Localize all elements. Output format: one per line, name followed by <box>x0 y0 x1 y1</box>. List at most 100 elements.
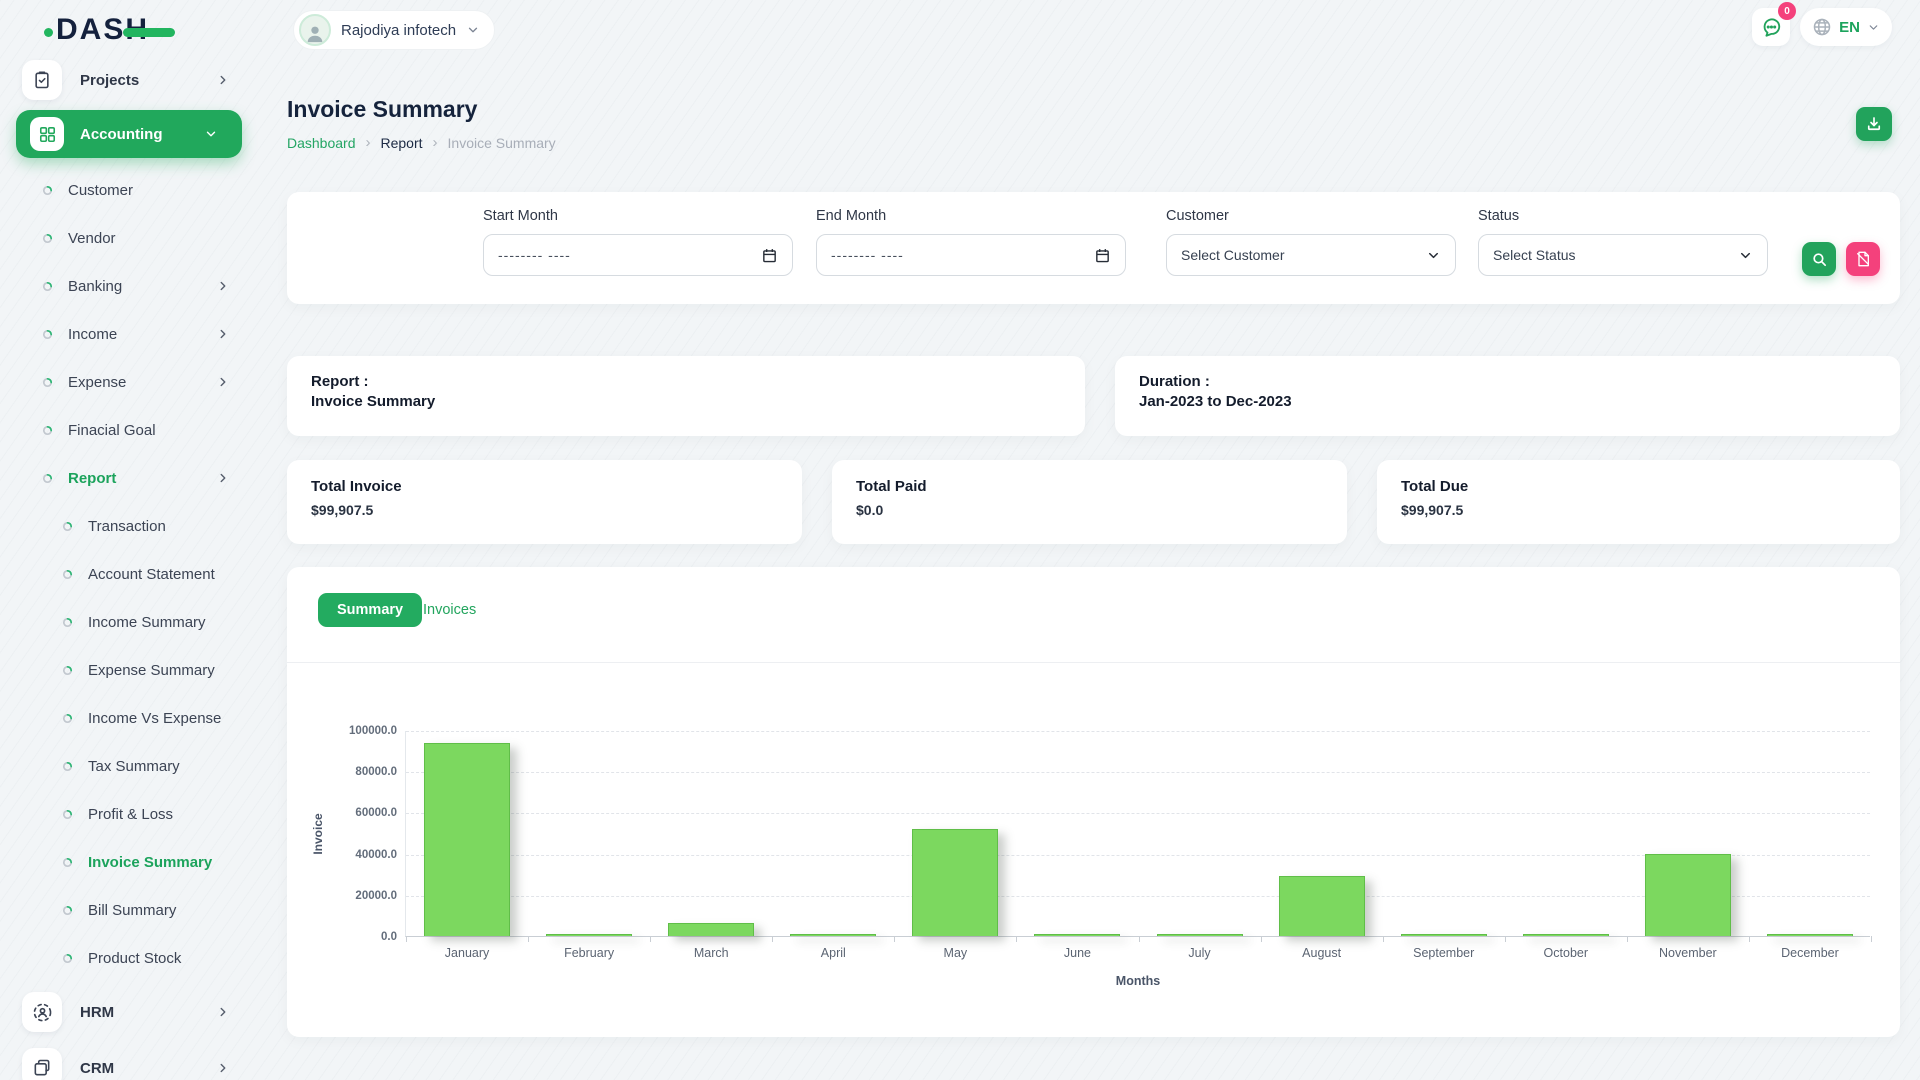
sidebar-item-label: Vendor <box>68 230 116 247</box>
sidebar-item-label: CRM <box>80 1060 114 1077</box>
end-month-label: End Month <box>816 208 1126 224</box>
total-paid-card: Total Paid $0.0 <box>832 460 1347 544</box>
breadcrumb-separator: › <box>433 134 438 151</box>
download-button[interactable] <box>1856 107 1892 141</box>
x-axis-label-february: February <box>528 946 650 960</box>
x-tick-mark <box>528 936 529 942</box>
x-axis-label-july: July <box>1139 946 1261 960</box>
duration-value: Jan-2023 to Dec-2023 <box>1139 392 1876 412</box>
x-tick-mark <box>772 936 773 942</box>
notifications-button[interactable]: 0 <box>1752 8 1790 46</box>
sidebar-item-hrm[interactable]: HRM <box>0 986 258 1038</box>
bar-october <box>1523 934 1609 936</box>
breadcrumb-dashboard[interactable]: Dashboard <box>287 135 356 151</box>
chevron-down-icon <box>466 23 480 37</box>
sidebar-item-crm[interactable]: CRM <box>0 1042 258 1080</box>
tab-invoices[interactable]: Invoices <box>423 602 476 618</box>
sidebar-item-label: HRM <box>80 1004 114 1021</box>
customer-select[interactable]: Select Customer <box>1166 234 1456 276</box>
bullet-icon <box>62 617 73 628</box>
total-due-card: Total Due $99,907.5 <box>1377 460 1900 544</box>
x-tick-mark <box>1139 936 1140 942</box>
bullet-icon <box>62 569 73 580</box>
total-due-label: Total Due <box>1401 478 1876 495</box>
search-button[interactable] <box>1802 242 1836 276</box>
sidebar-item-income-summary[interactable]: Income Summary <box>0 598 258 646</box>
language-code: EN <box>1839 19 1860 36</box>
sidebar-item-income[interactable]: Income <box>0 310 258 358</box>
sidebar-item-customer[interactable]: Customer <box>0 166 258 214</box>
bullet-icon <box>42 377 53 388</box>
x-tick-mark <box>1505 936 1506 942</box>
sidebar-item-accounting[interactable]: Accounting <box>16 110 242 158</box>
status-select[interactable]: Select Status <box>1478 234 1768 276</box>
x-axis-label-may: May <box>894 946 1016 960</box>
start-month-input[interactable]: -------- ---- <box>483 234 793 276</box>
chevron-right-icon <box>216 1005 230 1019</box>
sidebar-item-profit-loss[interactable]: Profit & Loss <box>0 790 258 838</box>
reset-filter-button[interactable] <box>1846 242 1880 276</box>
language-selector[interactable]: EN <box>1800 8 1892 46</box>
breadcrumb-report[interactable]: Report <box>381 135 423 151</box>
chevron-down-icon <box>1867 21 1880 34</box>
sidebar-item-expense-summary[interactable]: Expense Summary <box>0 646 258 694</box>
sidebar-item-transaction[interactable]: Transaction <box>0 502 258 550</box>
download-icon <box>1865 115 1883 133</box>
sidebar-item-label: Report <box>68 470 116 487</box>
sidebar-item-label: Product Stock <box>88 950 181 967</box>
logo-text: DASH <box>56 15 149 45</box>
bullet-icon <box>42 329 53 340</box>
sidebar-item-label: Accounting <box>80 126 163 143</box>
sidebar-item-label: Bill Summary <box>88 902 176 919</box>
gridline <box>406 772 1870 773</box>
end-month-input[interactable]: -------- ---- <box>816 234 1126 276</box>
sidebar-item-report[interactable]: Report <box>0 454 258 502</box>
notification-badge: 0 <box>1778 2 1796 20</box>
sidebar-item-invoice-summary[interactable]: Invoice Summary <box>0 838 258 886</box>
duration-title: Duration : <box>1139 372 1876 392</box>
sidebar-item-account-statement[interactable]: Account Statement <box>0 550 258 598</box>
y-tick-label: 0.0 <box>381 931 397 943</box>
bar-september <box>1401 934 1487 936</box>
chevron-down-icon <box>1426 248 1441 263</box>
bullet-icon <box>42 281 53 292</box>
sidebar-item-expense[interactable]: Expense <box>0 358 258 406</box>
sidebar-item-label: Income Summary <box>88 614 206 631</box>
invoice-bar-chart: Invoice Months 0.020000.040000.060000.08… <box>405 731 1870 937</box>
app-logo[interactable]: DASH <box>56 12 149 48</box>
gridline <box>406 813 1870 814</box>
sidebar-item-projects[interactable]: Projects <box>0 58 258 102</box>
bar-march <box>668 923 754 936</box>
sidebar-item-vendor[interactable]: Vendor <box>0 214 258 262</box>
chevron-right-icon <box>216 279 230 293</box>
sidebar-item-income-vs-expense[interactable]: Income Vs Expense <box>0 694 258 742</box>
y-tick-label: 100000.0 <box>349 725 397 737</box>
x-axis-label-june: June <box>1016 946 1138 960</box>
chevron-down-icon <box>1738 248 1753 263</box>
x-tick-mark <box>1383 936 1384 942</box>
total-invoice-card: Total Invoice $99,907.5 <box>287 460 802 544</box>
sidebar-item-label: Finacial Goal <box>68 422 156 439</box>
sidebar-item-label: Expense <box>68 374 126 391</box>
sidebar-item-bill-summary[interactable]: Bill Summary <box>0 886 258 934</box>
tab-divider <box>287 662 1900 663</box>
sidebar-item-label: Profit & Loss <box>88 806 173 823</box>
start-month-label: Start Month <box>483 208 793 224</box>
x-tick-mark <box>1261 936 1262 942</box>
customer-label: Customer <box>1166 208 1456 224</box>
x-axis-label-september: September <box>1383 946 1505 960</box>
sidebar-item-finacial-goal[interactable]: Finacial Goal <box>0 406 258 454</box>
file-slash-icon <box>1855 251 1871 267</box>
bar-november <box>1645 854 1731 936</box>
sidebar-item-label: Income <box>68 326 117 343</box>
sidebar-item-banking[interactable]: Banking <box>0 262 258 310</box>
breadcrumb-separator: › <box>366 134 371 151</box>
calendar-icon <box>761 247 778 264</box>
tab-summary[interactable]: Summary <box>318 593 422 627</box>
company-switcher[interactable]: Rajodiya infotech <box>293 10 495 50</box>
x-axis-label-march: March <box>650 946 772 960</box>
x-axis-label-october: October <box>1505 946 1627 960</box>
sidebar-item-product-stock[interactable]: Product Stock <box>0 934 258 982</box>
sidebar-item-tax-summary[interactable]: Tax Summary <box>0 742 258 790</box>
total-invoice-label: Total Invoice <box>311 478 778 495</box>
